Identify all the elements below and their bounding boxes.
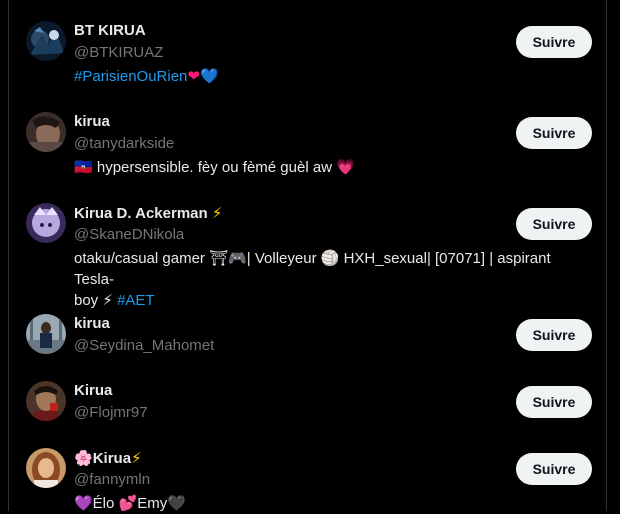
avatar[interactable] [26,314,66,354]
user-name[interactable]: Kirua [74,381,112,401]
user-row[interactable]: 🌸Kirua⚡ @fannymln 💜Élo 💕Emy🖤 Suivre [8,448,607,512]
bio-text: boy ⚡ [74,292,118,309]
user-handle[interactable]: @Seydina_Mahomet [74,336,214,356]
user-row[interactable]: Kirua D. Ackerman ⚡ @SkaneDNikola otaku/… [8,203,607,309]
user-row[interactable]: kirua @Seydina_Mahomet Suivre [8,314,607,364]
lightning-icon: ⚡ [211,204,223,222]
avatar[interactable] [26,203,66,243]
haiti-flag-icon: 🇭🇹 [74,158,93,176]
user-bio: otaku/casual gamer ⛩🎮| Volleyeur 🏐 HXH_s… [74,248,594,311]
follow-button[interactable]: Suivre [516,453,592,485]
user-bio: 🇭🇹 hypersensible. fèy ou fèmé guèl aw 💗 [74,157,594,178]
bio-emoji: ❤💙 [187,67,219,85]
user-name[interactable]: BT KIRUA [74,21,146,41]
user-name[interactable]: kirua [74,314,110,334]
avatar[interactable] [26,21,66,61]
bio-line: boy ⚡ #AET [74,290,594,311]
avatar[interactable] [26,112,66,152]
user-handle[interactable]: @SkaneDNikola [74,225,184,245]
follow-button[interactable]: Suivre [516,26,592,58]
user-handle[interactable]: @tanydarkside [74,134,174,154]
avatar[interactable] [26,381,66,421]
user-name-text: Kirua [92,450,132,467]
avatar[interactable] [26,448,66,488]
flower-icon: 🌸 [74,449,93,467]
user-handle[interactable]: @BTKIRUAZ [74,43,163,63]
user-name[interactable]: 🌸Kirua⚡ [74,448,142,469]
user-handle[interactable]: @fannymln [74,470,150,490]
follow-button[interactable]: Suivre [516,386,592,418]
user-handle[interactable]: @Flojmr97 [74,403,148,423]
follow-button[interactable]: Suivre [516,319,592,351]
bio-line: otaku/casual gamer ⛩🎮| Volleyeur 🏐 HXH_s… [74,250,551,288]
user-bio: #ParisienOuRien❤💙 [74,66,594,87]
user-row[interactable]: BT KIRUA @BTKIRUAZ #ParisienOuRien❤💙 Sui… [8,21,607,91]
follow-button[interactable]: Suivre [516,117,592,149]
hashtag-link[interactable]: #AET [117,292,155,309]
user-row[interactable]: Kirua @Flojmr97 Suivre [8,381,607,431]
hashtag-link[interactable]: #ParisienOuRien [74,68,187,85]
user-name[interactable]: kirua [74,112,110,132]
follow-button[interactable]: Suivre [516,208,592,240]
lightning-icon: ⚡ [131,449,142,467]
bio-text: hypersensible. fèy ou fèmé guèl aw [96,159,332,176]
user-row[interactable]: kirua @tanydarkside 🇭🇹 hypersensible. fè… [8,112,607,182]
heart-icon: 💗 [336,158,355,176]
user-name[interactable]: Kirua D. Ackerman ⚡ [74,203,222,224]
user-name-text: Kirua D. Ackerman [74,205,208,222]
